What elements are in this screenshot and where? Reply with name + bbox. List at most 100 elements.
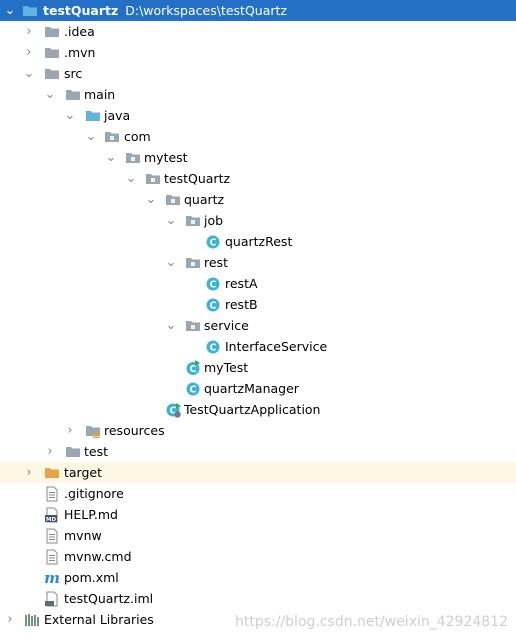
folder-icon (44, 66, 60, 82)
project-tree: ⌄ testQuartz D:\workspaces\testQuartz › .… (0, 0, 516, 630)
chevron-down-icon[interactable]: ⌄ (124, 168, 138, 189)
folder-icon (44, 24, 60, 40)
chevron-down-icon[interactable]: ⌄ (63, 105, 77, 126)
chevron-down-icon[interactable]: ⌄ (104, 147, 118, 168)
tree-label: test (84, 444, 109, 459)
tree-row-resources[interactable]: › resources (0, 420, 516, 441)
tree-label: quartz (184, 192, 225, 207)
source-folder-icon (85, 108, 101, 124)
class-icon (185, 381, 201, 397)
package-icon (185, 255, 201, 271)
project-name: testQuartz (43, 3, 119, 18)
chevron-down-icon[interactable]: ⌄ (164, 315, 178, 336)
tree-row-gitignore[interactable]: .gitignore (0, 483, 516, 504)
markdown-file-icon (44, 507, 60, 523)
tree-row-quartz[interactable]: ⌄ quartz (0, 189, 516, 210)
tree-label: mvnw.cmd (64, 549, 132, 564)
tree-label: restA (225, 276, 258, 291)
class-icon (205, 339, 221, 355)
tree-row-testquartzapplication[interactable]: TestQuartzApplication (0, 399, 516, 420)
module-folder-icon (22, 3, 38, 19)
tree-label: testQuartz (164, 171, 231, 186)
chevron-down-icon[interactable]: ⌄ (22, 63, 36, 84)
tree-label: rest (204, 255, 228, 270)
chevron-down-icon[interactable]: ⌄ (144, 189, 158, 210)
chevron-right-icon[interactable]: › (22, 21, 36, 42)
chevron-down-icon[interactable]: ⌄ (3, 0, 17, 21)
tree-row-rest[interactable]: ⌄ rest (0, 252, 516, 273)
tree-row-mvn[interactable]: › .mvn (0, 42, 516, 63)
tree-label: HELP.md (64, 507, 118, 522)
tree-row-com[interactable]: ⌄ com (0, 126, 516, 147)
class-icon (205, 234, 221, 250)
tree-row-idea[interactable]: › .idea (0, 21, 516, 42)
chevron-down-icon[interactable]: ⌄ (164, 210, 178, 231)
tree-row-help-md[interactable]: HELP.md (0, 504, 516, 525)
tree-label: External Libraries (44, 612, 154, 627)
tree-row-service[interactable]: ⌄ service (0, 315, 516, 336)
chevron-right-icon[interactable]: › (3, 609, 17, 630)
tree-label: .idea (64, 24, 95, 39)
tree-row-testquartz-package[interactable]: ⌄ testQuartz (0, 168, 516, 189)
package-icon (165, 192, 181, 208)
tree-label: quartzRest (225, 234, 293, 249)
tree-label: java (104, 108, 131, 123)
tree-label: .gitignore (64, 486, 124, 501)
chevron-down-icon[interactable]: ⌄ (43, 84, 57, 105)
libraries-icon (24, 612, 40, 628)
excluded-folder-icon (44, 465, 60, 481)
maven-icon (44, 570, 60, 586)
tree-row-src[interactable]: ⌄ src (0, 63, 516, 84)
tree-row-mvnw-cmd[interactable]: mvnw.cmd (0, 546, 516, 567)
tree-row-java[interactable]: ⌄ java (0, 105, 516, 126)
tree-row-pom-xml[interactable]: pom.xml (0, 567, 516, 588)
package-icon (145, 171, 161, 187)
chevron-right-icon[interactable]: › (43, 441, 57, 462)
package-icon (125, 150, 141, 166)
tree-row-quartzmanager[interactable]: quartzManager (0, 378, 516, 399)
tree-row-test[interactable]: › test (0, 441, 516, 462)
package-icon (185, 213, 201, 229)
class-icon (205, 276, 221, 292)
tree-label: .mvn (64, 45, 96, 60)
tree-label: testQuartz.iml (64, 591, 154, 606)
chevron-down-icon[interactable]: ⌄ (84, 126, 98, 147)
tree-label: restB (225, 297, 258, 312)
folder-icon (65, 87, 81, 103)
class-icon (205, 297, 221, 313)
tree-row-job[interactable]: ⌄ job (0, 210, 516, 231)
tree-row-mytest[interactable]: ⌄ mytest (0, 147, 516, 168)
spring-boot-class-icon (165, 402, 181, 418)
chevron-right-icon[interactable]: › (22, 462, 36, 483)
text-file-icon (44, 549, 60, 565)
tree-label: target (64, 465, 103, 480)
tree-row-quartzrest[interactable]: quartzRest (0, 231, 516, 252)
text-file-icon (44, 486, 60, 502)
package-icon (104, 129, 120, 145)
tree-row-mytest-class[interactable]: myTest (0, 357, 516, 378)
tree-row-main[interactable]: ⌄ main (0, 84, 516, 105)
tree-label: main (84, 87, 116, 102)
tree-label: resources (104, 423, 165, 438)
chevron-right-icon[interactable]: › (63, 420, 77, 441)
tree-label: mytest (144, 150, 188, 165)
tree-row-mvnw[interactable]: mvnw (0, 525, 516, 546)
folder-icon (65, 444, 81, 460)
resources-folder-icon (85, 423, 101, 439)
tree-row-restb[interactable]: restB (0, 294, 516, 315)
tree-row-interfaceservice[interactable]: InterfaceService (0, 336, 516, 357)
watermark: https://blog.csdn.net/weixin_42924812 (234, 614, 508, 630)
tree-row-target[interactable]: › target (0, 462, 516, 483)
runnable-class-icon (185, 360, 201, 376)
chevron-right-icon[interactable]: › (22, 42, 36, 63)
tree-label: pom.xml (64, 570, 119, 585)
folder-icon (44, 45, 60, 61)
tree-row-iml[interactable]: testQuartz.iml (0, 588, 516, 609)
tree-label: myTest (204, 360, 249, 375)
tree-row-project-root[interactable]: ⌄ testQuartz D:\workspaces\testQuartz (0, 0, 516, 21)
chevron-down-icon[interactable]: ⌄ (164, 252, 178, 273)
tree-row-resta[interactable]: restA (0, 273, 516, 294)
tree-label: com (124, 129, 151, 144)
project-path: D:\workspaces\testQuartz (125, 3, 287, 18)
tree-label: quartzManager (204, 381, 299, 396)
